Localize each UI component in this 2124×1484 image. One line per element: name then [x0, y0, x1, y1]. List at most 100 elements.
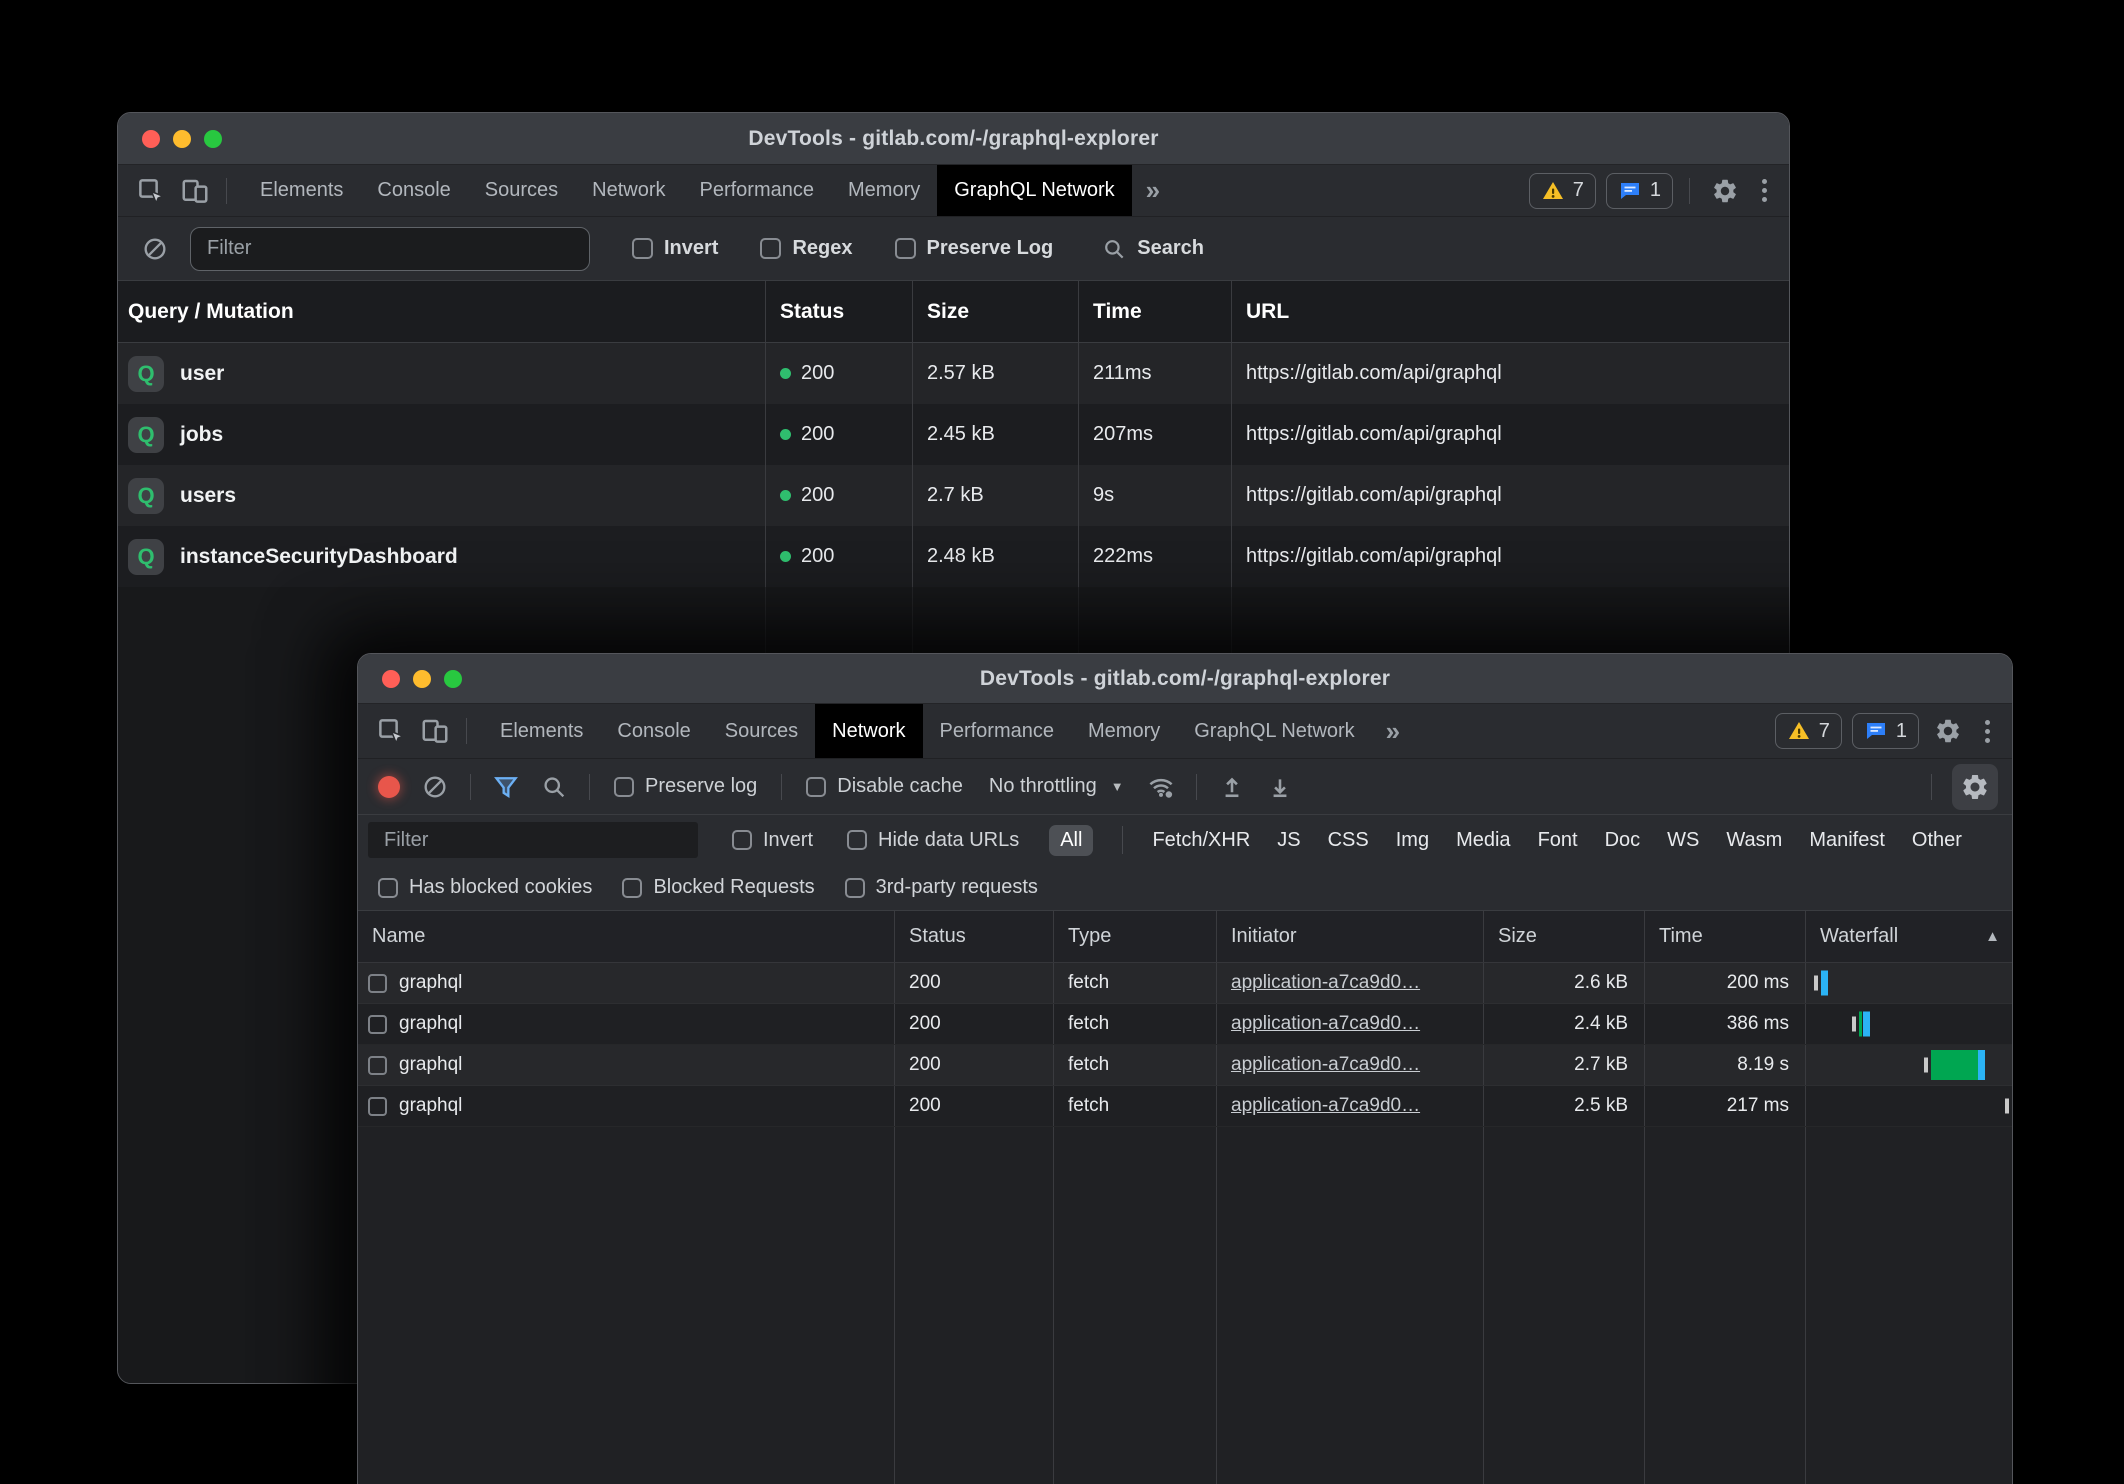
hide-data-urls-checkbox[interactable]: [847, 830, 867, 850]
query-row[interactable]: Q users 200 2.7 kB 9s https://gitlab.com…: [118, 465, 1789, 526]
column-header-size[interactable]: Size: [1484, 911, 1645, 962]
invert-checkbox[interactable]: [732, 830, 752, 850]
type-filter-media[interactable]: Media: [1456, 829, 1510, 852]
tab-memory[interactable]: Memory: [831, 165, 937, 216]
initiator-link[interactable]: application-a7ca9d0…: [1231, 1054, 1420, 1076]
tab-network[interactable]: Network: [815, 704, 922, 758]
more-tabs-icon[interactable]: »: [1132, 165, 1174, 216]
settings-gear-icon[interactable]: [1706, 172, 1744, 210]
search-icon[interactable]: [535, 768, 573, 806]
tab-performance[interactable]: Performance: [683, 165, 832, 216]
column-header-status[interactable]: Status: [895, 911, 1054, 962]
blocked-requests-checkbox-group[interactable]: Blocked Requests: [622, 876, 814, 899]
record-button[interactable]: [378, 776, 400, 798]
type-filter-css[interactable]: CSS: [1328, 829, 1369, 852]
tab-network[interactable]: Network: [575, 165, 682, 216]
device-toolbar-icon[interactable]: [416, 712, 454, 750]
more-options-icon[interactable]: [1977, 720, 1998, 743]
blocked-cookies-checkbox[interactable]: [378, 878, 398, 898]
column-header-status[interactable]: Status: [766, 281, 913, 342]
tab-console[interactable]: Console: [360, 165, 467, 216]
type-filter-ws[interactable]: WS: [1667, 829, 1699, 852]
type-filter-doc[interactable]: Doc: [1605, 829, 1641, 852]
zoom-button[interactable]: [444, 670, 462, 688]
type-filter-img[interactable]: Img: [1396, 829, 1429, 852]
search-control[interactable]: Search: [1101, 236, 1204, 262]
row-checkbox[interactable]: [368, 1097, 387, 1116]
type-filter-manifest[interactable]: Manifest: [1809, 829, 1885, 852]
type-filter-wasm[interactable]: Wasm: [1726, 829, 1782, 852]
warnings-badge[interactable]: 7: [1775, 713, 1842, 749]
column-header-url[interactable]: URL: [1232, 281, 1789, 342]
tab-elements[interactable]: Elements: [483, 704, 600, 758]
query-row[interactable]: Q jobs 200 2.45 kB 207ms https://gitlab.…: [118, 404, 1789, 465]
tab-sources[interactable]: Sources: [468, 165, 575, 216]
blocked-requests-checkbox[interactable]: [622, 878, 642, 898]
clear-icon[interactable]: [416, 768, 454, 806]
warnings-badge[interactable]: 7: [1529, 173, 1596, 209]
minimize-button[interactable]: [413, 670, 431, 688]
throttling-dropdown[interactable]: No throttling ▼: [981, 775, 1132, 798]
tab-elements[interactable]: Elements: [243, 165, 360, 216]
type-filter-js[interactable]: JS: [1277, 829, 1300, 852]
query-row[interactable]: Q user 200 2.57 kB 211ms https://gitlab.…: [118, 343, 1789, 404]
close-button[interactable]: [142, 130, 160, 148]
inspect-element-icon[interactable]: [372, 712, 410, 750]
import-har-icon[interactable]: [1213, 768, 1251, 806]
invert-checkbox-group[interactable]: Invert: [732, 829, 813, 852]
initiator-link[interactable]: application-a7ca9d0…: [1231, 1013, 1420, 1035]
column-header-time[interactable]: Time: [1079, 281, 1232, 342]
preserve-log-checkbox[interactable]: [895, 238, 916, 259]
type-filter-other[interactable]: Other: [1912, 829, 1962, 852]
inspect-element-icon[interactable]: [132, 172, 170, 210]
close-button[interactable]: [382, 670, 400, 688]
request-row[interactable]: graphql 200 fetch application-a7ca9d0… 2…: [358, 963, 2012, 1004]
export-har-icon[interactable]: [1261, 768, 1299, 806]
network-settings-gear-icon[interactable]: [1952, 764, 1998, 810]
issues-badge[interactable]: 1: [1852, 713, 1919, 749]
request-row[interactable]: graphql 200 fetch application-a7ca9d0… 2…: [358, 1086, 2012, 1127]
regex-checkbox[interactable]: [760, 238, 781, 259]
tab-console[interactable]: Console: [600, 704, 707, 758]
device-toolbar-icon[interactable]: [176, 172, 214, 210]
column-header-time[interactable]: Time: [1645, 911, 1806, 962]
preserve-log-checkbox[interactable]: [614, 777, 634, 797]
row-checkbox[interactable]: [368, 1056, 387, 1075]
request-row[interactable]: graphql 200 fetch application-a7ca9d0… 2…: [358, 1045, 2012, 1086]
minimize-button[interactable]: [173, 130, 191, 148]
preserve-log-checkbox-group[interactable]: Preserve Log: [895, 237, 1054, 260]
initiator-link[interactable]: application-a7ca9d0…: [1231, 1095, 1420, 1117]
initiator-link[interactable]: application-a7ca9d0…: [1231, 972, 1420, 994]
type-filter-all[interactable]: All: [1049, 825, 1093, 856]
clear-icon[interactable]: [136, 230, 174, 268]
zoom-button[interactable]: [204, 130, 222, 148]
filter-input[interactable]: [190, 227, 590, 271]
type-filter-fetch-xhr[interactable]: Fetch/XHR: [1152, 829, 1250, 852]
hide-data-urls-checkbox-group[interactable]: Hide data URLs: [847, 829, 1019, 852]
column-header-initiator[interactable]: Initiator: [1217, 911, 1484, 962]
type-filter-font[interactable]: Font: [1538, 829, 1578, 852]
regex-checkbox-group[interactable]: Regex: [760, 237, 852, 260]
tab-sources[interactable]: Sources: [708, 704, 815, 758]
disable-cache-checkbox[interactable]: [806, 777, 826, 797]
request-row[interactable]: graphql 200 fetch application-a7ca9d0… 2…: [358, 1004, 2012, 1045]
column-header-query-mutation[interactable]: Query / Mutation: [118, 281, 766, 342]
more-options-icon[interactable]: [1754, 179, 1775, 202]
tab-memory[interactable]: Memory: [1071, 704, 1177, 758]
third-party-checkbox-group[interactable]: 3rd-party requests: [845, 876, 1038, 899]
column-header-name[interactable]: Name: [358, 911, 895, 962]
third-party-checkbox[interactable]: [845, 878, 865, 898]
tab-graphql-network[interactable]: GraphQL Network: [937, 165, 1131, 216]
more-tabs-icon[interactable]: »: [1372, 704, 1414, 758]
invert-checkbox[interactable]: [632, 238, 653, 259]
filter-funnel-icon[interactable]: [487, 768, 525, 806]
settings-gear-icon[interactable]: [1929, 712, 1967, 750]
invert-checkbox-group[interactable]: Invert: [632, 237, 718, 260]
column-header-type[interactable]: Type: [1054, 911, 1217, 962]
row-checkbox[interactable]: [368, 974, 387, 993]
tab-graphql-network[interactable]: GraphQL Network: [1177, 704, 1371, 758]
tab-performance[interactable]: Performance: [923, 704, 1072, 758]
column-header-size[interactable]: Size: [913, 281, 1079, 342]
column-header-waterfall[interactable]: Waterfall ▲: [1806, 911, 2012, 962]
blocked-cookies-checkbox-group[interactable]: Has blocked cookies: [378, 876, 592, 899]
